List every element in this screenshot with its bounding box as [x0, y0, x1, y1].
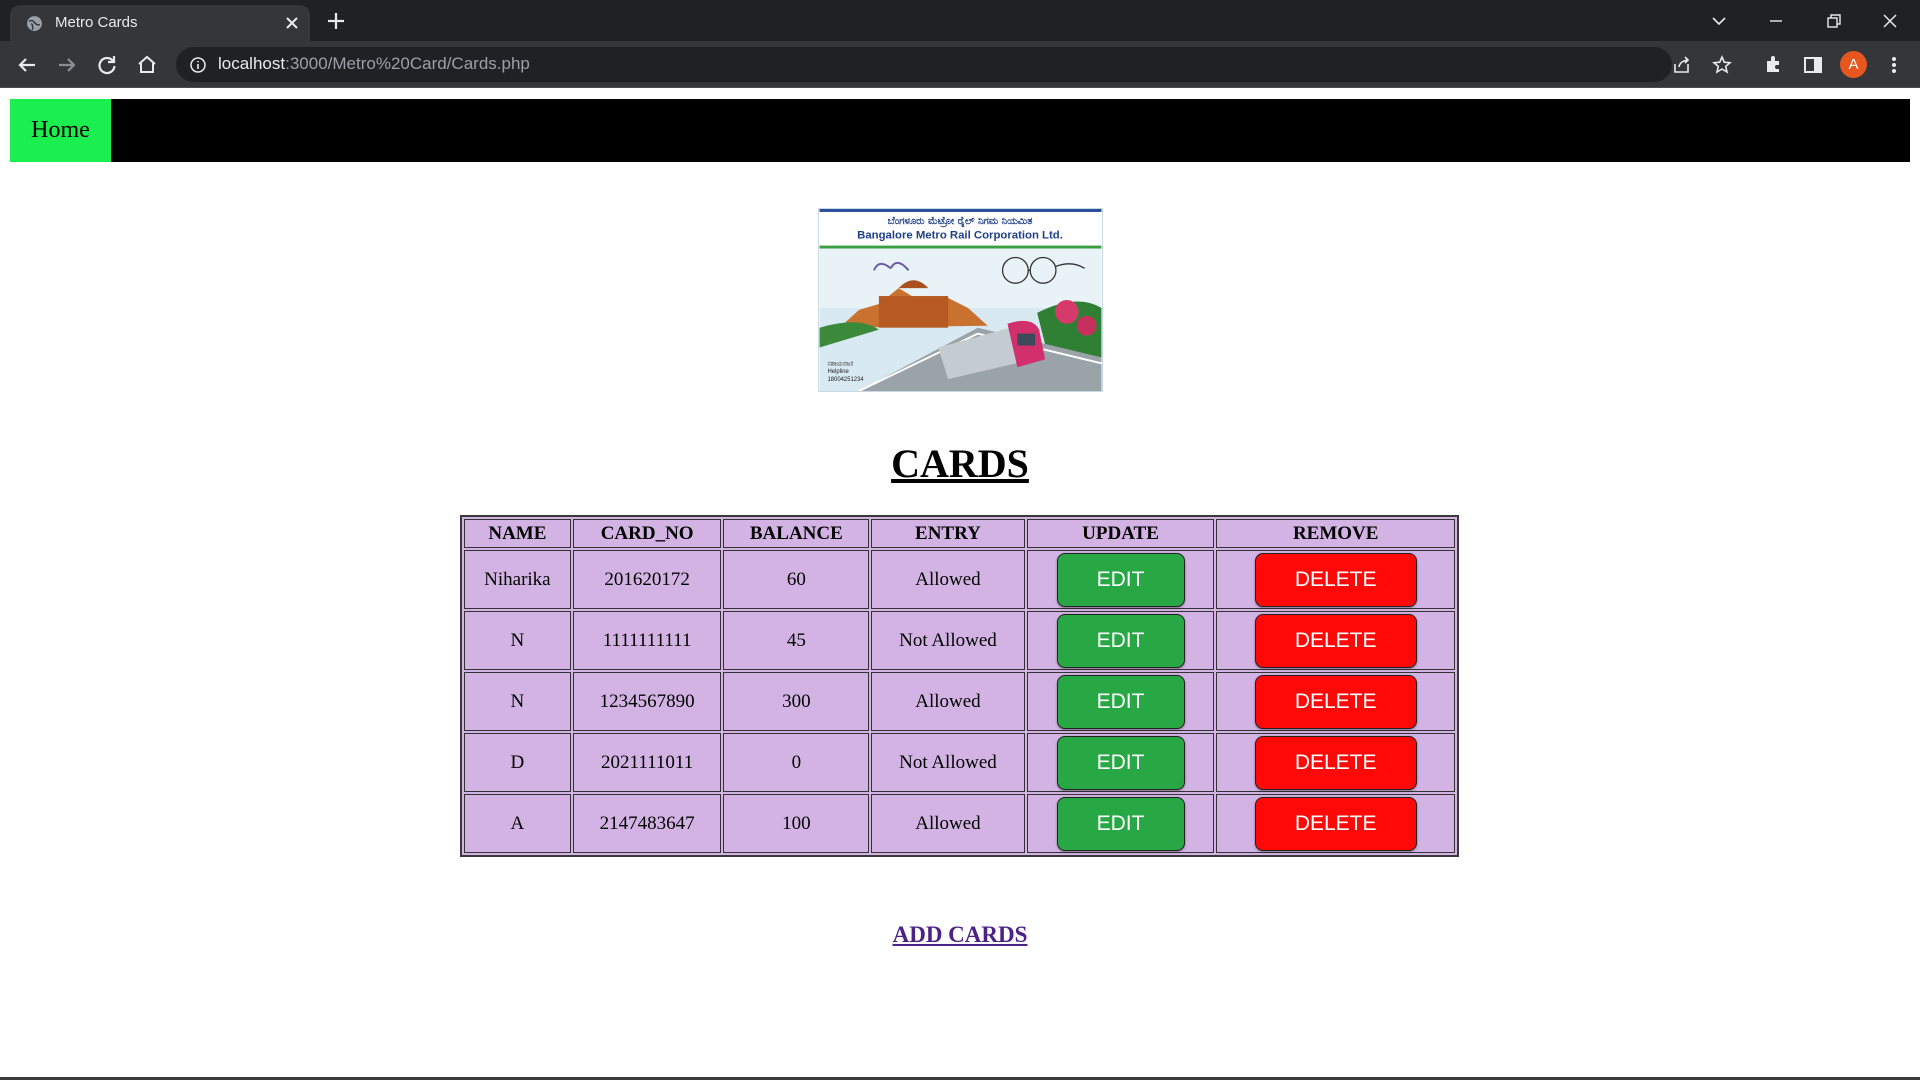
cell-name: N: [464, 672, 571, 731]
globe-icon: [27, 16, 42, 31]
cards-table: NAME CARD_NO BALANCE ENTRY UPDATE REMOVE…: [460, 515, 1459, 857]
cell-balance: 0: [723, 733, 870, 792]
cell-entry: Allowed: [871, 794, 1025, 853]
table-row: D 2021111011 0 Not Allowed EDIT DELETE: [464, 733, 1455, 792]
logo-english-title: Bangalore Metro Rail Corporation Ltd.: [857, 230, 1063, 242]
cell-balance: 60: [723, 550, 870, 609]
browser-toolbar: localhost:3000/Metro%20Card/Cards.php A: [0, 41, 1920, 88]
cell-entry: Allowed: [871, 550, 1025, 609]
table-row: N 1234567890 300 Allowed EDIT DELETE: [464, 672, 1455, 731]
cell-card-no: 1234567890: [572, 672, 722, 731]
cell-card-no: 1111111111: [572, 611, 722, 670]
cell-update: EDIT: [1026, 794, 1215, 853]
new-tab-icon[interactable]: [325, 10, 347, 32]
cell-name: D: [464, 733, 571, 792]
cell-balance: 45: [723, 611, 870, 670]
header-remove: REMOVE: [1216, 519, 1455, 548]
edit-button[interactable]: EDIT: [1056, 735, 1185, 790]
header-balance: BALANCE: [723, 519, 870, 548]
url-text[interactable]: localhost:3000/Metro%20Card/Cards.php: [218, 54, 530, 74]
delete-button[interactable]: DELETE: [1254, 552, 1417, 607]
edit-button[interactable]: EDIT: [1056, 674, 1185, 729]
info-icon[interactable]: [189, 56, 207, 74]
table-row: A 2147483647 100 Allowed EDIT DELETE: [464, 794, 1455, 853]
edit-button[interactable]: EDIT: [1056, 613, 1185, 668]
table-row: Niharika 201620172 60 Allowed EDIT DELET…: [464, 550, 1455, 609]
kebab-menu-icon[interactable]: [1880, 51, 1908, 79]
header-update: UPDATE: [1026, 519, 1215, 548]
home-icon[interactable]: [133, 51, 161, 79]
extensions-icon[interactable]: [1759, 51, 1787, 79]
back-icon[interactable]: [13, 51, 41, 79]
tab-title: Metro Cards: [55, 14, 138, 31]
cell-card-no: 2021111011: [572, 733, 722, 792]
edit-button[interactable]: EDIT: [1056, 552, 1185, 607]
browser-tab[interactable]: Metro Cards: [10, 5, 310, 41]
cell-name: N: [464, 611, 571, 670]
metro-card-image: ಬೆಂಗಳೂರು ಮೆಟ್ರೋ ರೈಲ್ ನಿಗಮ ನಿಯಮಿತ Bangalo…: [818, 208, 1103, 392]
cell-card-no: 2147483647: [572, 794, 722, 853]
table-header-row: NAME CARD_NO BALANCE ENTRY UPDATE REMOVE: [464, 519, 1455, 548]
close-tab-icon[interactable]: [282, 13, 302, 33]
svg-text:ಸಹಾಯವಾಣಿ: ಸಹಾಯವಾಣಿ: [827, 361, 853, 367]
reload-icon[interactable]: [93, 51, 121, 79]
cell-entry: Allowed: [871, 672, 1025, 731]
cell-entry: Not Allowed: [871, 611, 1025, 670]
cell-name: A: [464, 794, 571, 853]
cell-remove: DELETE: [1216, 550, 1455, 609]
cell-balance: 100: [723, 794, 870, 853]
delete-button[interactable]: DELETE: [1254, 674, 1417, 729]
header-card-no: CARD_NO: [572, 519, 722, 548]
minimize-icon[interactable]: [1763, 8, 1789, 34]
cell-update: EDIT: [1026, 550, 1215, 609]
close-window-icon[interactable]: [1877, 8, 1903, 34]
cell-update: EDIT: [1026, 611, 1215, 670]
bookmark-star-icon[interactable]: [1711, 54, 1733, 76]
profile-avatar[interactable]: A: [1840, 51, 1867, 78]
navbar: Home: [10, 99, 1910, 162]
add-cards-container: ADD CARDS: [0, 922, 1920, 948]
cell-remove: DELETE: [1216, 611, 1455, 670]
svg-text:Helpline: Helpline: [827, 369, 849, 375]
page-title: CARDS: [891, 441, 1029, 486]
delete-button[interactable]: DELETE: [1254, 613, 1417, 668]
side-panel-icon[interactable]: [1799, 51, 1827, 79]
forward-icon[interactable]: [53, 51, 81, 79]
header-entry: ENTRY: [871, 519, 1025, 548]
cell-card-no: 201620172: [572, 550, 722, 609]
cell-update: EDIT: [1026, 672, 1215, 731]
restore-icon[interactable]: [1820, 8, 1846, 34]
add-cards-link[interactable]: ADD CARDS: [893, 922, 1028, 947]
cell-remove: DELETE: [1216, 794, 1455, 853]
home-link[interactable]: Home: [10, 99, 111, 162]
cell-remove: DELETE: [1216, 672, 1455, 731]
logo-kannada-title: ಬೆಂಗಳೂರು ಮೆಟ್ರೋ ರೈಲ್ ನಿಗಮ ನಿಯಮಿತ: [888, 216, 1033, 228]
share-icon[interactable]: [1671, 54, 1693, 76]
cell-name: Niharika: [464, 550, 571, 609]
cell-balance: 300: [723, 672, 870, 731]
svg-text:18004251234: 18004251234: [827, 377, 864, 383]
cell-update: EDIT: [1026, 733, 1215, 792]
table-row: N 1111111111 45 Not Allowed EDIT DELETE: [464, 611, 1455, 670]
edit-button[interactable]: EDIT: [1056, 796, 1185, 851]
address-bar[interactable]: localhost:3000/Metro%20Card/Cards.php: [176, 47, 1732, 82]
cell-entry: Not Allowed: [871, 733, 1025, 792]
delete-button[interactable]: DELETE: [1254, 735, 1417, 790]
delete-button[interactable]: DELETE: [1254, 796, 1417, 851]
header-name: NAME: [464, 519, 571, 548]
tab-search-icon[interactable]: [1706, 8, 1732, 34]
cell-remove: DELETE: [1216, 733, 1455, 792]
browser-tabstrip: Metro Cards: [0, 0, 1920, 41]
